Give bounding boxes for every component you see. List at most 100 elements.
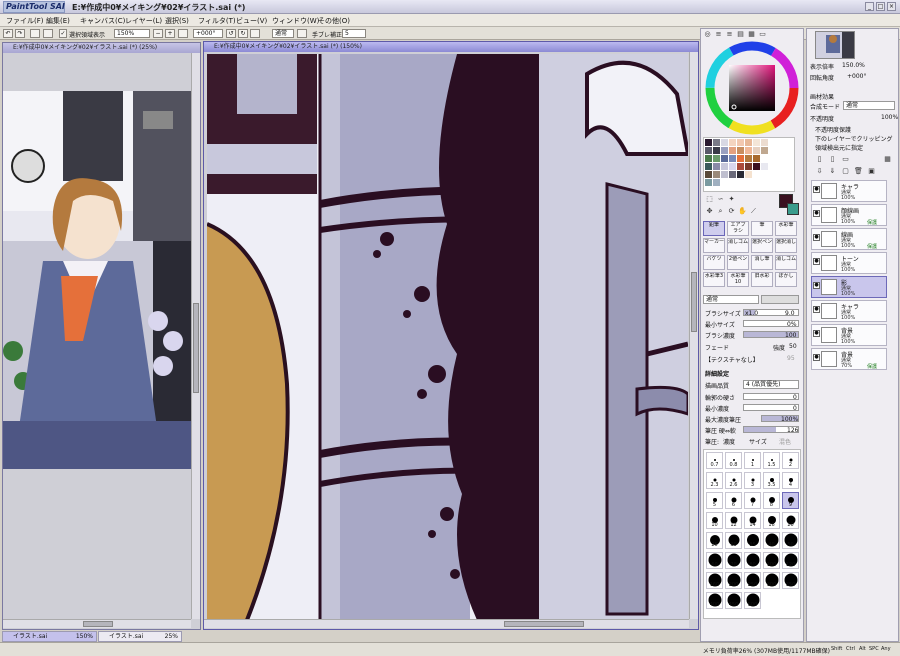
pressure-density-checkbox[interactable]: 濃度: [723, 437, 735, 446]
brush-size-cell[interactable]: 3: [744, 472, 761, 489]
minimize-button[interactable]: _: [865, 2, 874, 11]
rotate-icon[interactable]: ⟳: [727, 207, 736, 216]
layer-item[interactable]: ● キャラ 通常 100%: [811, 180, 887, 202]
paper-effect-label[interactable]: 画材効果: [810, 92, 834, 101]
small-canvas-hscroll[interactable]: [3, 619, 191, 628]
brush-size-cell[interactable]: 250: [744, 572, 761, 589]
magic-wand-icon[interactable]: ✦: [727, 195, 736, 204]
pressure-blend-checkbox[interactable]: 混色: [779, 437, 791, 446]
close-button[interactable]: ×: [887, 2, 896, 11]
brush-size-cell[interactable]: 400: [706, 592, 723, 609]
brush-size-cell[interactable]: 160: [706, 572, 723, 589]
secondary-color-swatch[interactable]: [787, 203, 799, 215]
brush-size-cell[interactable]: 80: [744, 552, 761, 569]
undo-button[interactable]: ↶: [3, 29, 13, 38]
tool-bucket[interactable]: バケツ: [703, 255, 725, 270]
zoom-reset-button[interactable]: [178, 29, 188, 38]
doc-tab-1[interactable]: イラスト.sai 150%: [2, 631, 97, 642]
thumbnail-illustration[interactable]: [3, 91, 191, 469]
brush-size-cell[interactable]: 7: [744, 492, 761, 509]
texture-label[interactable]: 【テクスチャなし】: [705, 355, 759, 364]
tool-eraser[interactable]: 消しゴム: [727, 238, 749, 253]
brush-size-cell[interactable]: 200: [725, 572, 742, 589]
color-wheel[interactable]: [705, 41, 799, 135]
deselect-button[interactable]: [30, 29, 40, 38]
brush-size-cell[interactable]: 500: [744, 592, 761, 609]
swatch-grid[interactable]: [704, 138, 796, 193]
main-canvas-vscroll[interactable]: [689, 52, 698, 619]
fade-mode[interactable]: 強度: [773, 343, 785, 352]
zoom-in-button[interactable]: +: [165, 29, 175, 38]
detection-source-checkbox[interactable]: 領域検出元に指定: [815, 143, 863, 152]
brush-size-cell[interactable]: 60: [706, 552, 723, 569]
brush-size-cell[interactable]: 350: [782, 572, 799, 589]
tool-binary-pen[interactable]: 2値ペン: [727, 255, 749, 270]
clear-layer-icon[interactable]: ▢: [841, 167, 850, 176]
visibility-icon[interactable]: ▣: [867, 167, 876, 176]
zoom-field[interactable]: 150%: [114, 29, 150, 38]
layer-visibility-icon[interactable]: ●: [813, 234, 820, 241]
canvas-window-main-title[interactable]: E:¥作成中0¥メイキング¥02¥イラスト.sai (*) (150%): [204, 42, 698, 52]
menu-filter[interactable]: フィルタ(T): [198, 16, 236, 26]
min-density-slider[interactable]: [743, 404, 799, 411]
layer-item[interactable]: ● 影通常 100%: [811, 276, 887, 298]
brush-size-cell[interactable]: 20: [782, 512, 799, 529]
brush-size-cell[interactable]: 8: [763, 492, 780, 509]
brush-size-cell[interactable]: 6: [725, 492, 742, 509]
brush-size-cell[interactable]: 50: [782, 532, 799, 549]
brush-size-cell[interactable]: 4: [782, 472, 799, 489]
brush-size-cell[interactable]: 14: [744, 512, 761, 529]
eyedropper-icon[interactable]: ⟋: [749, 207, 758, 216]
layer-visibility-icon[interactable]: ●: [813, 258, 820, 265]
tool-blur[interactable]: ぼかし: [775, 272, 797, 287]
brush-size-cell[interactable]: 9: [782, 492, 799, 509]
clipping-checkbox[interactable]: 下のレイヤーでクリッピング: [815, 134, 892, 143]
brush-size-cell[interactable]: 1.5: [763, 452, 780, 469]
doc-tab-2[interactable]: イラスト.sai 25%: [98, 631, 182, 642]
tool-pencil[interactable]: 鉛筆: [703, 221, 725, 236]
color-wheel-tab-icon[interactable]: ◎: [703, 30, 712, 39]
quality-select[interactable]: 4 (品質優先): [743, 380, 799, 389]
new-layer-icon[interactable]: ▯: [815, 155, 824, 164]
stabilizer-select[interactable]: 5: [342, 29, 366, 38]
small-canvas-vscroll[interactable]: [191, 53, 200, 619]
selection-visible-checkbox[interactable]: ✓: [59, 29, 67, 38]
layer-visibility-icon[interactable]: ●: [813, 330, 820, 337]
hsv-slider-tab-icon[interactable]: ≡: [725, 30, 734, 39]
rotate-reset-button[interactable]: [250, 29, 260, 38]
tool-watercolor-3[interactable]: 水彩筆3: [703, 272, 725, 287]
main-canvas-hscroll[interactable]: [204, 619, 689, 628]
layer-item[interactable]: ● 背景 通常 70% 保護: [811, 348, 887, 370]
tool-eraser-2[interactable]: 消しゴム: [775, 255, 797, 270]
new-folder-icon[interactable]: ▭: [841, 155, 850, 164]
rotation-field[interactable]: +000°: [193, 29, 223, 38]
menu-edit[interactable]: 編集(E): [46, 16, 70, 26]
blend-select[interactable]: 通常: [272, 29, 294, 38]
brush-size-cell[interactable]: 2.3: [706, 472, 723, 489]
trash-icon[interactable]: 🗑: [854, 167, 863, 176]
rgb-slider-tab-icon[interactable]: ≡: [714, 30, 723, 39]
tool-airbrush[interactable]: エアブラシ: [727, 221, 749, 236]
layer-visibility-icon[interactable]: ●: [813, 282, 820, 289]
layer-visibility-icon[interactable]: ●: [813, 210, 820, 217]
swatch-tab-icon[interactable]: ▦: [747, 30, 756, 39]
delete-layer-icon[interactable]: ▦: [883, 155, 892, 164]
brush-size-cell[interactable]: 16: [763, 512, 780, 529]
preserve-opacity-checkbox[interactable]: 不透明度保護: [815, 125, 851, 134]
hand-icon[interactable]: ✋: [738, 207, 747, 216]
brush-size-cell[interactable]: 120: [782, 552, 799, 569]
layer-item[interactable]: ● トーン 通常 100%: [811, 252, 887, 274]
layer-visibility-icon[interactable]: ●: [813, 186, 820, 193]
lasso-icon[interactable]: ∽: [716, 195, 725, 204]
transfer-down-icon[interactable]: ⇩: [815, 167, 824, 176]
tool-old-watercolor[interactable]: 旧水彩: [751, 272, 773, 287]
menu-file[interactable]: ファイル(F): [6, 16, 44, 26]
brush-size-cell[interactable]: 300: [763, 572, 780, 589]
tool-watercolor[interactable]: 水彩筆: [775, 221, 797, 236]
menu-select[interactable]: 選択(S): [165, 16, 189, 26]
layer-item[interactable]: ● キャラ 通常 100%: [811, 300, 887, 322]
rect-select-icon[interactable]: ⬚: [705, 195, 714, 204]
detail-settings-label[interactable]: 詳細設定: [705, 369, 729, 378]
rotate-right-button[interactable]: ↻: [238, 29, 248, 38]
canvas-window-small-title[interactable]: E:¥作成中0¥メイキング¥02¥イラスト.sai (*) (25%): [3, 43, 200, 53]
